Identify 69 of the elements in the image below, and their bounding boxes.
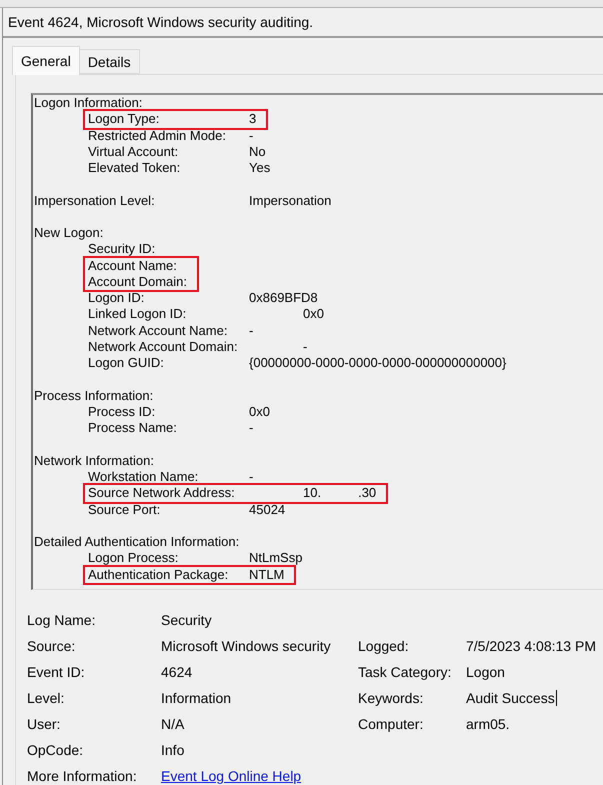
field-value: - — [249, 469, 254, 486]
field-label: Source Port: — [88, 502, 162, 518]
property-label: Computer: — [358, 716, 424, 732]
help-link[interactable]: Event Log Online Help — [161, 768, 302, 784]
field-label: Virtual Account: — [88, 144, 180, 160]
field-label: Account Domain: — [88, 274, 187, 290]
property-label: User: — [27, 716, 62, 732]
field-label: Security ID: — [88, 241, 156, 258]
tab[interactable]: General — [12, 46, 80, 75]
field-label: Workstation Name: — [88, 469, 200, 486]
property-value: Information — [161, 690, 232, 706]
section-heading: New Logon: — [34, 225, 104, 242]
property-label: Logged: — [358, 638, 410, 654]
section-heading: Process Information: — [34, 388, 154, 404]
field-value: Impersonation — [249, 192, 332, 209]
field-label: Source Network Address: — [88, 485, 236, 502]
field-label: Elevated Token: — [88, 160, 182, 176]
field-value: - — [249, 322, 254, 339]
property-label: OpCode: — [27, 742, 84, 758]
field-label: Process Name: — [88, 420, 178, 437]
field-label: Linked Logon ID: — [88, 306, 188, 323]
field-value: .30 — [358, 485, 376, 502]
property-value: Audit Success — [466, 690, 555, 706]
field-label: Restricted Admin Mode: — [88, 128, 228, 144]
property-label: Source: — [27, 638, 76, 654]
property-label: Level: — [27, 690, 66, 706]
property-value: Security — [161, 612, 212, 628]
property-label: Event ID: — [27, 664, 86, 680]
field-value: 0x869BFD8 — [249, 290, 318, 306]
field-label: Process ID: — [88, 404, 156, 420]
field-value: NTLM — [249, 566, 284, 583]
field-value: No — [249, 144, 266, 160]
section-heading: Impersonation Level: — [34, 192, 156, 209]
property-value: arm05. — [466, 716, 510, 732]
field-value: 3 — [249, 111, 256, 128]
field-label: Network Account Domain: — [88, 338, 239, 356]
field-label: Logon GUID: — [88, 355, 165, 372]
field-value: 45024 — [249, 502, 286, 518]
property-value: Microsoft Windows security — [161, 638, 331, 654]
field-value: - — [249, 420, 254, 437]
section-heading: Network Information: — [34, 452, 154, 470]
field-label: Logon ID: — [88, 290, 146, 306]
property-value: N/A — [161, 716, 184, 732]
field-value: {00000000-0000-0000-0000-000000000000} — [249, 355, 506, 372]
field-value: 10. — [303, 485, 322, 502]
field-value: - — [249, 128, 254, 144]
event-description-area[interactable] — [31, 93, 603, 590]
property-label: Task Category: — [358, 664, 452, 680]
field-label: Authentication Package: — [88, 566, 230, 583]
window-title: Event 4624, Microsoft Windows security auditing. — [8, 14, 314, 30]
section-heading: Detailed Authentication Information: — [34, 534, 240, 550]
property-value: 4624 — [161, 664, 192, 680]
field-label: Network Account Name: — [88, 322, 228, 339]
field-value: - — [303, 338, 308, 356]
field-value: Yes — [249, 160, 270, 176]
field-value: 0x0 — [303, 306, 324, 323]
section-heading: Logon Information: — [34, 95, 142, 112]
field-value: 0x0 — [249, 404, 270, 420]
field-value: NtLmSsp — [249, 550, 302, 567]
property-value: Logon — [466, 664, 505, 680]
property-label: More Information: — [27, 768, 138, 784]
property-value: 7/5/2023 4:08:13 PM — [466, 638, 596, 654]
property-label: Log Name: — [27, 612, 96, 628]
field-label: Logon Process: — [88, 550, 180, 567]
field-label: Logon Type: — [88, 111, 160, 128]
property-label: Keywords: — [358, 690, 424, 706]
property-value: Info — [161, 742, 184, 758]
tab[interactable]: Details — [78, 49, 140, 74]
field-label: Account Name: — [88, 258, 177, 274]
